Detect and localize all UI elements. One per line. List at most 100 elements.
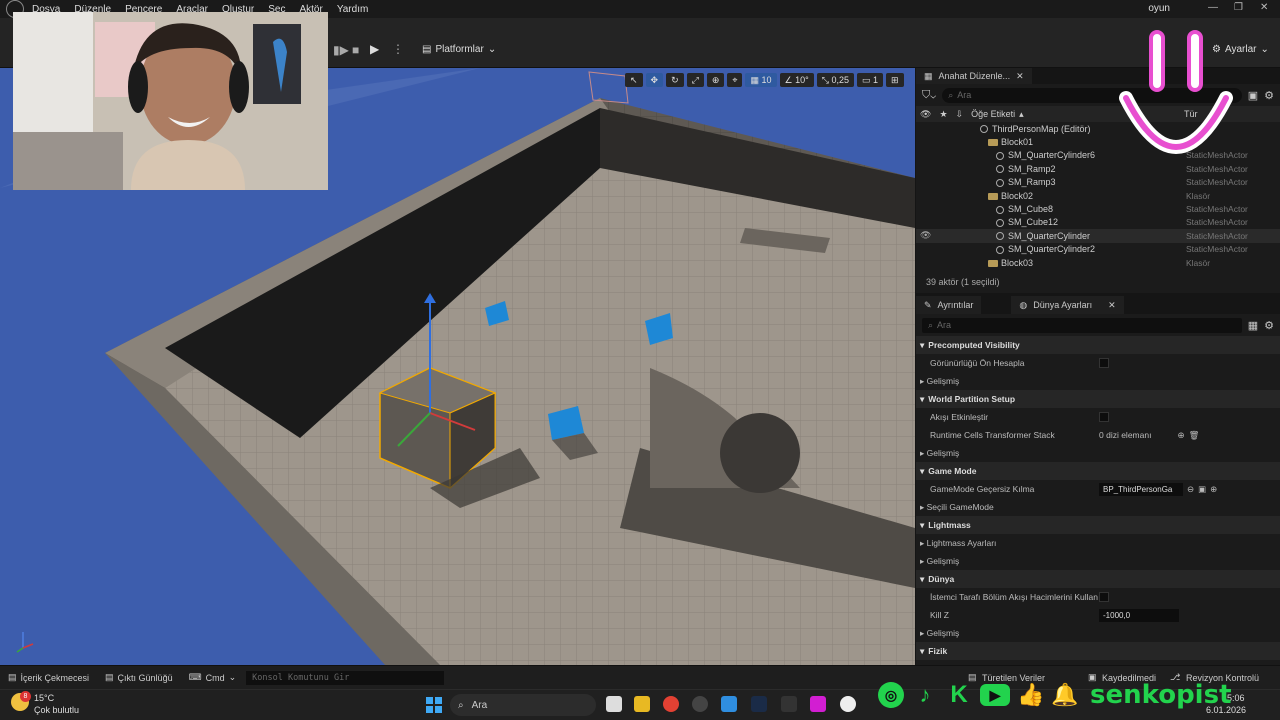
scale-snap-button[interactable]: ⤡ 0,25 (816, 73, 854, 87)
viewport-toolbar: ↖ ✥ ↻ ⤢ ⊕ ⌖ ▦ 10 ∠ 10° ⤡ 0,25 ▭ 1 ⊞ (625, 72, 904, 88)
platforms-button[interactable]: ▤ Platformlar ⌄ (422, 44, 496, 55)
outliner-row[interactable]: Block02 Klasör (916, 189, 1280, 202)
details-section-header[interactable]: ▾ World Partition Setup (916, 390, 1280, 408)
details-section-header[interactable]: ▾ Fizik (916, 642, 1280, 660)
killz-input[interactable]: -1000,0 (1099, 608, 1179, 622)
details-section-header[interactable]: ▾ Dünya (916, 570, 1280, 588)
layout-icon[interactable]: ⊞ (886, 73, 904, 87)
details-section-header[interactable]: ▾ Game Mode (916, 462, 1280, 480)
outliner-item-label: SM_Cube8 (1008, 204, 1054, 215)
scale-icon[interactable]: ⤢ (686, 73, 704, 87)
more-options-icon[interactable]: ⋮ (392, 42, 404, 56)
outliner-item-type: StaticMeshActor (1186, 177, 1248, 188)
close-icon[interactable]: ✕ (1016, 71, 1024, 82)
steam-icon[interactable] (751, 696, 767, 712)
expand-arrow-icon: ▸ (920, 627, 927, 638)
chrome-icon[interactable] (663, 696, 679, 712)
pin-column-icon[interactable]: ⇩ (956, 109, 964, 120)
console-input[interactable]: Konsol Komutunu Gir (246, 670, 445, 685)
close-window-icon[interactable]: ✕ (1260, 2, 1268, 13)
play-icon[interactable]: ▶ (370, 42, 379, 56)
rotate-snap-button[interactable]: ∠ 10° (779, 73, 814, 87)
tab-outliner[interactable]: ▦ Anahat Düzenle... ✕ (916, 68, 1032, 84)
file-explorer-icon[interactable] (634, 696, 650, 712)
trash-icon[interactable]: 🗑 (1189, 430, 1200, 441)
add-icon[interactable]: ⊕ (1210, 484, 1217, 495)
world-space-icon[interactable]: ⊕ (706, 73, 725, 87)
details-property-row: İstemci Tarafı Bölüm Akışı Hacimlerini K… (916, 588, 1280, 606)
gamemode-dropdown[interactable]: BP_ThirdPersonGa (1099, 482, 1183, 496)
outliner-row[interactable]: SM_Ramp2 StaticMeshActor (916, 162, 1280, 175)
settings-icon[interactable]: ⚙ (1264, 89, 1274, 102)
menu-help[interactable]: Yardım (337, 4, 369, 15)
close-icon[interactable]: ✕ (1108, 300, 1116, 311)
details-property-row[interactable]: ▸ Gelişmiş (916, 372, 1280, 390)
windows-start-icon[interactable] (426, 697, 442, 713)
outliner-item: SM_QuarterCylinder (996, 231, 1090, 241)
step-icon[interactable]: ▮▶ (333, 43, 349, 57)
settings-icon[interactable]: ⚙ (1264, 319, 1274, 332)
outliner-item-label: Block02 (1001, 190, 1034, 201)
checkbox[interactable] (1099, 592, 1109, 602)
stop-icon[interactable]: ■ (352, 43, 359, 57)
visibility-icon[interactable]: 👁 (920, 230, 931, 241)
folder-icon[interactable]: ▣ (1198, 484, 1206, 495)
property-label: GameMode Geçersiz Kılma (930, 484, 1035, 494)
label-column-header[interactable]: Öğe Etiketi (971, 109, 1015, 119)
add-folder-icon[interactable]: ▣ (1248, 89, 1258, 102)
table-view-icon[interactable]: ▦ (1248, 319, 1258, 332)
github-icon[interactable] (692, 696, 708, 712)
output-log-icon[interactable]: ▤ (105, 672, 114, 683)
checkbox[interactable] (1099, 358, 1109, 368)
details-property-row[interactable]: ▸ Seçili GameMode (916, 498, 1280, 516)
translate-icon[interactable]: ✥ (645, 73, 664, 87)
grid-snap-button[interactable]: ▦ 10 (745, 73, 777, 87)
chevron-down-icon: ⌄ (487, 44, 497, 55)
content-drawer-icon[interactable]: ▤ (8, 672, 17, 683)
expand-arrow-icon: ▾ (920, 519, 925, 530)
folder-icon (988, 192, 998, 200)
property-label-cell: ▸ Gelişmiş (920, 376, 959, 387)
chevron-down-icon: ⌄ (1260, 44, 1269, 55)
details-section-header[interactable]: ▾ Precomputed Visibility (916, 336, 1280, 354)
minimize-icon[interactable]: — (1208, 2, 1218, 13)
cmd-dropdown[interactable]: Cmd (206, 673, 225, 683)
taskbar-search[interactable]: ⌕ Ara (450, 694, 596, 716)
camera-speed-button[interactable]: ▭ 1 (856, 73, 884, 87)
outliner-row[interactable]: SM_Cube8 StaticMeshActor (916, 202, 1280, 215)
tab-world-settings[interactable]: ◍ Dünya Ayarları ✕ (1011, 296, 1124, 314)
filter-icon[interactable]: ⛉⌄ (922, 89, 936, 102)
details-property-row[interactable]: ▸ Gelişmiş (916, 444, 1280, 462)
outliner-row[interactable]: SM_Cube12 StaticMeshActor (916, 216, 1280, 229)
outliner-row[interactable]: 👁 SM_QuarterCylinder StaticMeshActor (916, 229, 1280, 243)
maximize-icon[interactable]: ❐ (1234, 2, 1243, 13)
pencil-icon: ✎ (924, 299, 932, 310)
details-property-row[interactable]: ▸ Gelişmiş (916, 624, 1280, 642)
task-view-icon[interactable] (606, 696, 622, 712)
unreal-taskbar-icon[interactable] (840, 696, 856, 712)
add-element-icon[interactable]: ⊕ (1177, 430, 1184, 441)
store-icon[interactable] (721, 696, 737, 712)
outliner-row[interactable]: SM_Ramp3 StaticMeshActor (916, 176, 1280, 189)
details-property-row[interactable]: ▸ Lightmass Ayarları (916, 534, 1280, 552)
details-property-row[interactable]: ▸ Gelişmiş (916, 552, 1280, 570)
rotate-icon[interactable]: ↻ (666, 73, 684, 87)
media-app-icon[interactable] (810, 696, 826, 712)
favorite-column-icon[interactable]: ★ (939, 109, 947, 120)
visibility-column-icon[interactable]: 👁 (920, 109, 931, 120)
outliner-row[interactable]: SM_QuarterCylinder2 StaticMeshActor (916, 243, 1280, 256)
outliner-tab-label: Anahat Düzenle... (938, 71, 1011, 81)
checkbox[interactable] (1099, 412, 1109, 422)
select-mode-icon[interactable]: ↖ (625, 73, 643, 87)
tab-details[interactable]: ✎ Ayrıntılar (916, 296, 982, 314)
details-section-header[interactable]: ▾ Lightmass (916, 516, 1280, 534)
details-search-input[interactable]: ⌕ Ara (922, 317, 1242, 333)
content-drawer-button[interactable]: İçerik Çekmecesi (21, 673, 90, 683)
surface-snap-icon[interactable]: ⌖ (727, 73, 743, 87)
details-panel: ✎ Ayrıntılar ◍ Dünya Ayarları ✕ ⌕ Ara ▦ … (916, 296, 1280, 665)
camera-icon: ▭ (861, 74, 871, 85)
epic-games-icon[interactable] (781, 696, 797, 712)
output-log-button[interactable]: Çıktı Günlüğü (118, 673, 173, 683)
browse-icon[interactable]: ⊖ (1187, 484, 1194, 495)
outliner-row[interactable]: Block03 Klasör (916, 256, 1280, 269)
